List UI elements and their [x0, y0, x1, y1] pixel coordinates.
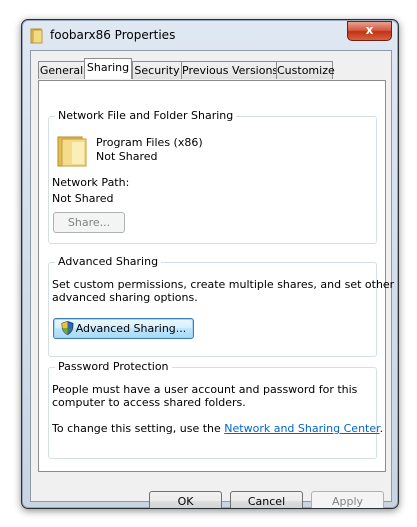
folder-icon [30, 28, 44, 44]
tab-previous-versions[interactable]: Previous Versions [181, 61, 278, 79]
tab-general[interactable]: General [38, 61, 85, 79]
dialog-client-area: General Sharing Security Previous Versio… [30, 50, 394, 508]
network-path-label: Network Path: [52, 176, 130, 189]
change-setting-text: To change this setting, use the Network … [52, 422, 384, 435]
ok-button[interactable]: OK [149, 491, 222, 508]
tab-security[interactable]: Security [132, 61, 182, 79]
group-title: Network File and Folder Sharing [55, 109, 237, 122]
network-sharing-center-link[interactable]: Network and Sharing Center [224, 422, 379, 435]
advanced-sharing-description-line2: advanced sharing options. [52, 291, 198, 304]
shield-icon [61, 320, 74, 341]
share-status: Not Shared [96, 150, 158, 163]
folder-icon [54, 134, 90, 171]
advanced-sharing-description-line1: Set custom permissions, create multiple … [52, 278, 395, 291]
properties-window: foobarx86 Properties x General Sharing S… [21, 19, 399, 509]
tab-customize[interactable]: Customize [276, 61, 335, 79]
network-path-value: Not Shared [52, 192, 114, 205]
sharing-tab-panel: Network File and Folder Sharing Program … [38, 80, 394, 472]
close-button[interactable]: x [347, 21, 392, 41]
advanced-sharing-group: Advanced Sharing Set custom permissions,… [48, 255, 394, 357]
title-bar[interactable]: foobarx86 Properties x [22, 20, 398, 50]
share-button[interactable]: Share... [53, 212, 125, 233]
group-title: Password Protection [55, 360, 172, 373]
password-description-line1: People must have a user account and pass… [52, 383, 358, 396]
advanced-sharing-button[interactable]: Advanced Sharing... [53, 318, 194, 339]
password-description-line2: computer to access shared folders. [52, 396, 246, 409]
close-icon: x [365, 23, 374, 37]
window-title: foobarx86 Properties [50, 28, 176, 42]
folder-name: Program Files (x86) [96, 136, 203, 149]
apply-button[interactable]: Apply [311, 491, 384, 508]
network-sharing-group: Network File and Folder Sharing Program … [48, 109, 377, 244]
cancel-button[interactable]: Cancel [230, 491, 303, 508]
tab-sharing[interactable]: Sharing [84, 58, 132, 79]
group-title: Advanced Sharing [55, 255, 162, 268]
password-protection-group: Password Protection People must have a u… [48, 360, 383, 459]
